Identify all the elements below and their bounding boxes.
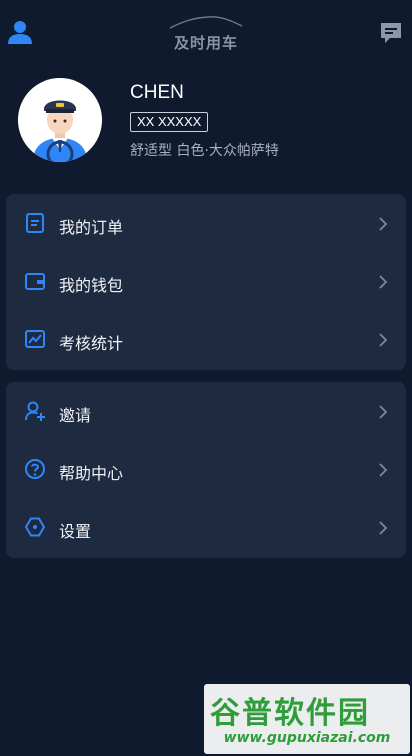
menu-item-label: 设置 — [59, 522, 92, 541]
chevron-right-icon — [379, 521, 388, 535]
menu-item-wallet[interactable]: 我的钱包 — [6, 253, 406, 311]
watermark: 谷普软件园 www.gupuxiazai.com — [204, 684, 410, 754]
driver-avatar-icon — [18, 78, 102, 162]
chevron-right-icon — [379, 333, 388, 347]
driver-avatar[interactable] — [18, 78, 102, 162]
invite-user-icon — [25, 401, 45, 421]
statistics-icon — [25, 330, 45, 348]
chevron-right-icon — [379, 275, 388, 289]
license-plate: XX XXXXX — [130, 112, 209, 132]
driver-name: CHEN — [130, 82, 184, 103]
menu-item-settings[interactable]: 设置 — [6, 499, 406, 557]
settings-icon — [24, 517, 46, 537]
chevron-right-icon — [379, 405, 388, 419]
chevron-right-icon — [379, 217, 388, 231]
user-icon[interactable] — [6, 18, 34, 46]
menu-item-orders[interactable]: 我的订单 — [6, 195, 406, 253]
menu-item-help[interactable]: 帮助中心 — [6, 441, 406, 499]
menu-item-label: 我的订单 — [59, 218, 124, 237]
menu-item-invite[interactable]: 邀请 — [6, 383, 406, 441]
help-icon — [25, 459, 45, 479]
wallet-icon — [25, 273, 45, 290]
menu-item-label: 帮助中心 — [59, 464, 124, 483]
car-description: 舒适型 白色·大众帕萨特 — [130, 143, 279, 159]
watermark-url: www.gupuxiazai.com — [223, 730, 391, 746]
menu-item-label: 考核统计 — [59, 334, 124, 353]
menu-item-statistics[interactable]: 考核统计 — [6, 311, 406, 369]
chevron-right-icon — [379, 463, 388, 477]
car-logo-icon — [169, 16, 243, 29]
order-icon — [26, 213, 44, 233]
menu-item-label: 我的钱包 — [59, 276, 124, 295]
brand-logo: 及时用车 — [156, 14, 256, 54]
watermark-title: 谷普软件园 — [210, 696, 370, 731]
menu-card-secondary: 邀请 帮助中心 设置 — [6, 382, 406, 558]
message-icon[interactable] — [378, 20, 404, 46]
menu-card-primary: 我的订单 我的钱包 考核统计 — [6, 194, 406, 370]
top-bar: 及时用车 — [0, 0, 412, 64]
driver-profile[interactable]: CHEN XX XXXXX 舒适型 白色·大众帕萨特 — [0, 74, 412, 174]
menu-item-label: 邀请 — [59, 406, 92, 425]
brand-name: 及时用车 — [173, 34, 238, 52]
